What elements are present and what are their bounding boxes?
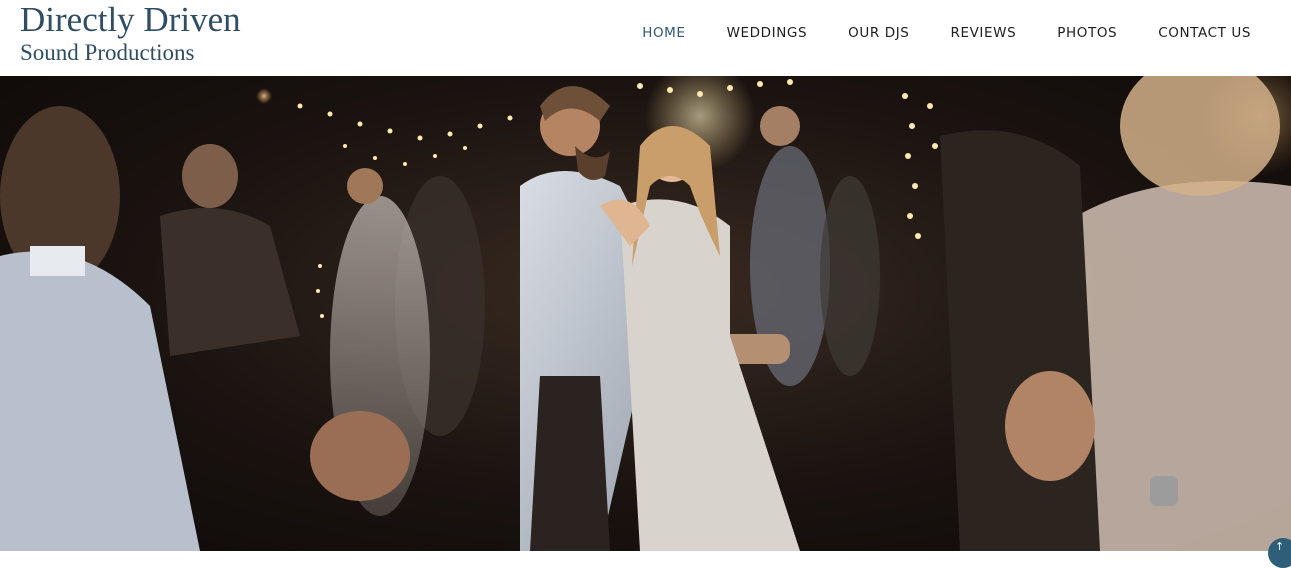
site-header: Directly Driven Sound Productions HOME W… <box>0 0 1291 76</box>
scroll-to-top-button[interactable]: ↑ <box>1268 538 1291 568</box>
nav-item-our-djs[interactable]: OUR DJS <box>848 24 909 42</box>
nav-item-photos[interactable]: PHOTOS <box>1057 24 1117 42</box>
nav-item-contact-us[interactable]: CONTACT US <box>1158 24 1251 42</box>
hero-photo-illustration <box>0 76 1291 551</box>
arrow-up-icon: ↑ <box>1275 540 1285 553</box>
nav-item-weddings[interactable]: WEDDINGS <box>727 24 808 42</box>
logo-subtitle: Sound Productions <box>20 40 195 65</box>
foreground-guest-right <box>940 76 1291 551</box>
hero-image <box>0 76 1291 551</box>
logo-title: Directly Driven <box>20 0 241 39</box>
nav-item-reviews[interactable]: REVIEWS <box>950 24 1016 42</box>
nav-item-home[interactable]: HOME <box>642 24 685 42</box>
main-nav: HOME WEDDINGS OUR DJS REVIEWS PHOTOS CON… <box>601 24 1251 42</box>
